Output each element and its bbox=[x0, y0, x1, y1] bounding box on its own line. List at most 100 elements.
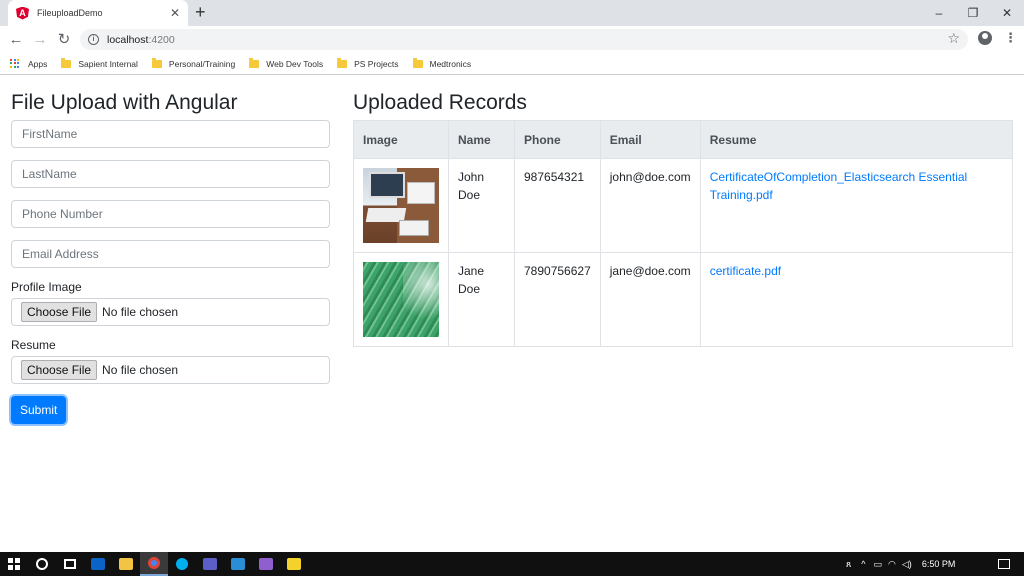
bookmark-apps[interactable]: Apps bbox=[10, 58, 48, 69]
close-tab-icon[interactable]: ✕ bbox=[170, 6, 180, 20]
back-button[interactable]: ← bbox=[7, 30, 25, 48]
records-panel: Uploaded Records Image Name Phone Email … bbox=[353, 90, 1014, 347]
battery-icon[interactable]: ▭ bbox=[874, 559, 883, 570]
outlook-icon[interactable] bbox=[84, 552, 112, 576]
column-header: Image bbox=[353, 120, 449, 159]
chrome-icon[interactable] bbox=[140, 552, 168, 576]
upload-form: File Upload with Angular FirstName LastN… bbox=[11, 90, 330, 424]
forward-button[interactable]: → bbox=[31, 30, 49, 48]
url-text: localhost:4200 bbox=[107, 34, 175, 46]
resume-cell: certificate.pdf bbox=[699, 252, 1014, 347]
menu-icon[interactable]: ⋮ bbox=[1004, 30, 1017, 46]
table-header-row: Image Name Phone Email Resume bbox=[353, 120, 1014, 159]
file-status: No file chosen bbox=[102, 305, 179, 319]
bookmark-folder[interactable]: Personal/Training bbox=[151, 57, 236, 69]
profile-icon[interactable] bbox=[978, 31, 992, 45]
windows-taskbar: ጸ ^ ▭ ◠ ◁) 6:50 PM bbox=[0, 552, 1024, 576]
browser-toolbar: ← → ↻ i localhost:4200 ☆ bbox=[0, 26, 1024, 53]
column-header: Phone bbox=[514, 120, 601, 159]
sticky-notes-icon[interactable] bbox=[280, 552, 308, 576]
table-row: John Doe 987654321 john@doe.com Certifica… bbox=[353, 158, 1014, 253]
skype-icon[interactable] bbox=[168, 552, 196, 576]
address-bar[interactable]: i localhost:4200 ☆ bbox=[80, 29, 968, 50]
apps-grid-icon bbox=[10, 58, 20, 69]
people-icon[interactable]: ጸ bbox=[846, 559, 851, 570]
form-title: File Upload with Angular bbox=[11, 91, 238, 114]
resume-file-input[interactable]: Choose File No file chosen bbox=[11, 356, 330, 384]
image-cell bbox=[353, 252, 449, 347]
close-window-button[interactable]: ✕ bbox=[990, 0, 1024, 26]
reload-button[interactable]: ↻ bbox=[55, 30, 73, 48]
site-info-icon[interactable]: i bbox=[88, 34, 99, 45]
volume-icon[interactable]: ◁) bbox=[902, 559, 912, 570]
phone-cell: 987654321 bbox=[514, 158, 601, 253]
bookmark-folder[interactable]: Sapient Internal bbox=[61, 57, 138, 69]
email-cell: jane@doe.com bbox=[599, 252, 701, 347]
system-tray: ጸ ^ ▭ ◠ ◁) 6:50 PM bbox=[846, 552, 955, 576]
tab-strip: A FileuploadDemo ✕ + – ❐ ✕ bbox=[0, 0, 1024, 26]
clock[interactable]: 6:50 PM bbox=[922, 559, 956, 569]
vscode-icon[interactable] bbox=[224, 552, 252, 576]
name-cell: John Doe bbox=[448, 158, 515, 253]
bookmark-folder[interactable]: Medtronics bbox=[412, 57, 472, 69]
teams-icon[interactable] bbox=[196, 552, 224, 576]
bookmark-label: PS Projects bbox=[354, 58, 399, 69]
column-header: Name bbox=[448, 120, 515, 159]
bookmarks-bar: Apps Sapient Internal Personal/Training … bbox=[0, 53, 1024, 75]
visual-studio-icon[interactable] bbox=[252, 552, 280, 576]
folder-icon bbox=[151, 57, 162, 68]
resume-label: Resume bbox=[11, 338, 56, 352]
resume-cell: CertificateOfCompletion_Elasticsearch Es… bbox=[699, 158, 1014, 253]
wifi-icon[interactable]: ◠ bbox=[888, 559, 896, 570]
minimize-button[interactable]: – bbox=[922, 0, 956, 26]
bookmark-label: Web Dev Tools bbox=[266, 58, 324, 69]
records-table: Image Name Phone Email Resume John Doe 98… bbox=[353, 120, 1014, 347]
windows-start-icon[interactable] bbox=[0, 552, 28, 576]
bookmark-label: Medtronics bbox=[429, 58, 472, 69]
page-content: File Upload with Angular FirstName LastN… bbox=[0, 76, 1024, 552]
file-explorer-icon[interactable] bbox=[112, 552, 140, 576]
email-input[interactable]: Email Address bbox=[11, 240, 330, 268]
profile-image-file-input[interactable]: Choose File No file chosen bbox=[11, 298, 330, 326]
last-name: Doe bbox=[458, 188, 481, 202]
submit-button[interactable]: Submit bbox=[11, 396, 67, 424]
image-cell bbox=[353, 158, 449, 253]
new-tab-button[interactable]: + bbox=[195, 2, 206, 22]
angular-icon: A bbox=[16, 6, 29, 20]
first-name: John bbox=[458, 170, 485, 184]
resume-link[interactable]: certificate.pdf bbox=[710, 264, 781, 278]
bookmark-folder[interactable]: Web Dev Tools bbox=[249, 57, 324, 69]
task-view-icon[interactable] bbox=[56, 552, 84, 576]
bookmark-label: Personal/Training bbox=[168, 58, 236, 69]
profile-image-label: Profile Image bbox=[11, 280, 82, 294]
browser-tab[interactable]: A FileuploadDemo ✕ bbox=[8, 0, 188, 26]
last-name-input[interactable]: LastName bbox=[11, 160, 330, 188]
cortana-icon[interactable] bbox=[28, 552, 56, 576]
first-name: Jane bbox=[458, 264, 485, 278]
table-row: Jane Doe 7890756627 jane@doe.com certific… bbox=[353, 252, 1014, 347]
profile-thumbnail bbox=[363, 168, 439, 243]
column-header: Email bbox=[599, 120, 701, 159]
folder-icon bbox=[249, 57, 260, 68]
show-hidden-icons-icon[interactable]: ^ bbox=[861, 559, 865, 569]
profile-thumbnail bbox=[363, 262, 439, 337]
choose-file-button[interactable]: Choose File bbox=[21, 302, 98, 322]
url-host: localhost bbox=[107, 33, 149, 46]
file-status: No file chosen bbox=[102, 363, 179, 377]
bookmark-star-icon[interactable]: ☆ bbox=[947, 30, 960, 47]
restore-button[interactable]: ❐ bbox=[956, 0, 990, 26]
records-title: Uploaded Records bbox=[353, 91, 527, 114]
bookmark-label: Sapient Internal bbox=[78, 58, 138, 69]
last-name: Doe bbox=[458, 282, 481, 296]
notifications-icon[interactable] bbox=[990, 552, 1018, 576]
folder-icon bbox=[61, 57, 72, 68]
resume-link[interactable]: CertificateOfCompletion_Elasticsearch Es… bbox=[710, 170, 967, 202]
bookmark-label: Apps bbox=[28, 58, 48, 69]
url-port: :4200 bbox=[148, 33, 175, 46]
column-header: Resume bbox=[699, 120, 1014, 159]
first-name-input[interactable]: FirstName bbox=[11, 120, 330, 148]
bookmark-folder[interactable]: PS Projects bbox=[337, 57, 399, 69]
phone-input[interactable]: Phone Number bbox=[11, 200, 330, 228]
phone-cell: 7890756627 bbox=[514, 252, 601, 347]
choose-file-button[interactable]: Choose File bbox=[21, 360, 98, 380]
